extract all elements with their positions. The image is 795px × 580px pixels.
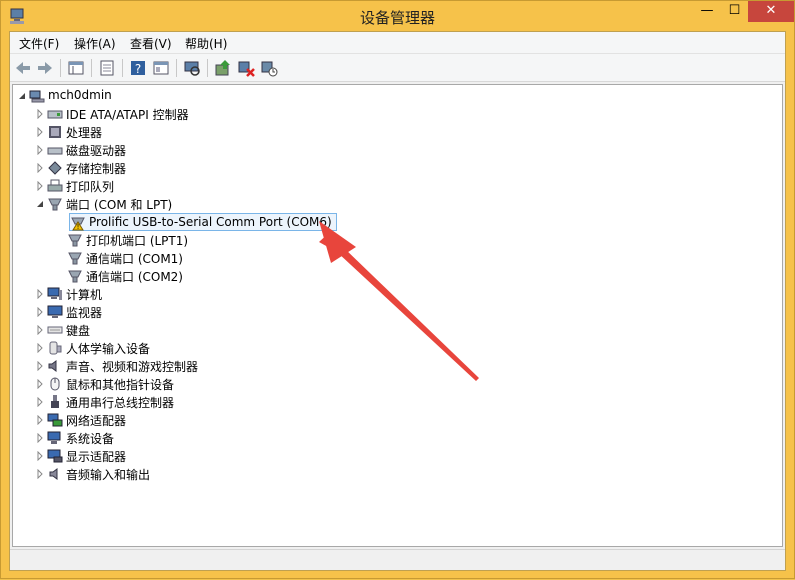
- port-icon: [67, 232, 83, 248]
- expand-arrow-icon[interactable]: [35, 468, 45, 480]
- help-icon[interactable]: ?: [128, 58, 148, 78]
- toolbar-separator: [207, 59, 208, 77]
- port-icon: [67, 268, 83, 284]
- port-icon: [67, 250, 83, 266]
- tree-node-label: 显示适配器: [66, 450, 127, 464]
- tree-node-label: 监视器: [66, 306, 103, 320]
- expand-arrow-icon[interactable]: [35, 342, 45, 354]
- expand-arrow-icon[interactable]: [35, 288, 45, 300]
- device-manager-window: 设备管理器 — ☐ ✕ 文件(F) 操作(A) 查看(V) 帮助(H) ? mc…: [0, 0, 795, 579]
- monitor-icon: [47, 304, 63, 320]
- tree-node-label: 端口 (COM 和 LPT): [66, 198, 173, 212]
- hid-icon: [47, 340, 63, 356]
- disk-drive-icon: [47, 142, 63, 158]
- device-tree[interactable]: mch0dmin IDE ATA/ATAPI 控制器 处理器磁盘驱动器存储控制器打印…: [12, 84, 783, 547]
- tree-node-label: Prolific USB-to-Serial Comm Port (COM6): [89, 215, 332, 229]
- system-device-icon: [47, 430, 63, 446]
- title-bar[interactable]: 设备管理器 — ☐ ✕: [1, 1, 794, 31]
- disable-icon[interactable]: [236, 58, 256, 78]
- tree-node-label: 网络适配器: [66, 414, 127, 428]
- uninstall-icon[interactable]: [259, 58, 279, 78]
- toolbar-separator: [91, 59, 92, 77]
- collapse-arrow-icon[interactable]: [17, 90, 27, 100]
- document-icon[interactable]: [97, 58, 117, 78]
- tree-node-label: 鼠标和其他指针设备: [66, 378, 175, 392]
- tree-node-label: 打印队列: [66, 180, 115, 194]
- tree-node-label: 通信端口 (COM2): [86, 270, 183, 284]
- tree-node-label: 通用串行总线控制器: [66, 396, 175, 410]
- tree-node-label: 打印机端口 (LPT1): [86, 234, 189, 248]
- view-icon[interactable]: [151, 58, 171, 78]
- tree-node-label: 计算机: [66, 288, 103, 302]
- processor-icon: [47, 124, 63, 140]
- selected-tree-node[interactable]: ! Prolific USB-to-Serial Comm Port (COM6): [69, 213, 337, 231]
- expand-arrow-icon[interactable]: [35, 324, 45, 336]
- warning-port-icon: !: [70, 215, 86, 231]
- properties-grid-icon[interactable]: [66, 58, 86, 78]
- tree-node-label: mch0dmin: [48, 88, 112, 102]
- menu-view[interactable]: 查看(V): [127, 35, 175, 52]
- menu-bar: 文件(F) 操作(A) 查看(V) 帮助(H): [10, 32, 785, 54]
- audio-io-icon: [47, 466, 63, 482]
- tree-node-label: IDE ATA/ATAPI 控制器: [66, 108, 189, 122]
- tree-node-label: 键盘: [66, 324, 91, 338]
- tree-node-label: 磁盘驱动器: [66, 144, 127, 158]
- display-adapter-icon: [47, 448, 63, 464]
- menu-action[interactable]: 操作(A): [71, 35, 119, 52]
- expand-arrow-icon[interactable]: [35, 396, 45, 408]
- svg-text:?: ?: [135, 62, 141, 76]
- collapse-arrow-icon[interactable]: [35, 198, 45, 208]
- client-area: 文件(F) 操作(A) 查看(V) 帮助(H) ? mch0dmin IDE AT…: [9, 31, 786, 571]
- back-icon[interactable]: [13, 58, 33, 78]
- expand-arrow-icon[interactable]: [35, 414, 45, 426]
- expand-arrow-icon[interactable]: [35, 180, 45, 192]
- status-bar: [10, 549, 785, 570]
- minimize-button[interactable]: —: [693, 1, 721, 22]
- storage-controller-icon: [47, 160, 63, 176]
- tree-node-label: 人体学输入设备: [66, 342, 151, 356]
- tree-node-label: 处理器: [66, 126, 103, 140]
- toolbar-separator: [122, 59, 123, 77]
- tree-node-label: 通信端口 (COM1): [86, 252, 183, 266]
- expand-arrow-icon[interactable]: [35, 360, 45, 372]
- toolbar-separator: [60, 59, 61, 77]
- expand-arrow-icon[interactable]: [35, 432, 45, 444]
- expand-arrow-icon[interactable]: [35, 126, 45, 138]
- sound-icon: [47, 358, 63, 374]
- expand-arrow-icon[interactable]: [35, 108, 45, 120]
- usb-icon: [47, 394, 63, 410]
- tree-node-label: 存储控制器: [66, 162, 127, 176]
- toolbar-separator: [176, 59, 177, 77]
- window-title: 设备管理器: [359, 9, 435, 27]
- maximize-button[interactable]: ☐: [721, 1, 748, 22]
- scan-icon[interactable]: [182, 58, 202, 78]
- update-driver-icon[interactable]: [213, 58, 233, 78]
- expand-arrow-icon[interactable]: [35, 162, 45, 174]
- network-adapter-icon: [47, 412, 63, 428]
- ide-controller-icon: [47, 106, 63, 122]
- computer-icon: [47, 286, 63, 302]
- close-button[interactable]: ✕: [748, 1, 794, 22]
- expand-arrow-icon[interactable]: [35, 450, 45, 462]
- root-computer-icon: [29, 88, 45, 104]
- port-icon: [47, 196, 63, 212]
- svg-text:!: !: [77, 223, 80, 231]
- expand-arrow-icon[interactable]: [35, 144, 45, 156]
- forward-icon[interactable]: [35, 58, 55, 78]
- expand-arrow-icon[interactable]: [35, 306, 45, 318]
- menu-file[interactable]: 文件(F): [16, 35, 62, 52]
- printer-icon: [47, 178, 63, 194]
- expand-arrow-icon[interactable]: [35, 378, 45, 390]
- keyboard-icon: [47, 322, 63, 338]
- toolbar: ?: [10, 54, 785, 82]
- tree-node-label: 系统设备: [66, 432, 115, 446]
- mouse-icon: [47, 376, 63, 392]
- menu-help[interactable]: 帮助(H): [182, 35, 230, 52]
- tree-node-label: 音频输入和输出: [66, 468, 151, 482]
- tree-node-label: 声音、视频和游戏控制器: [66, 360, 199, 374]
